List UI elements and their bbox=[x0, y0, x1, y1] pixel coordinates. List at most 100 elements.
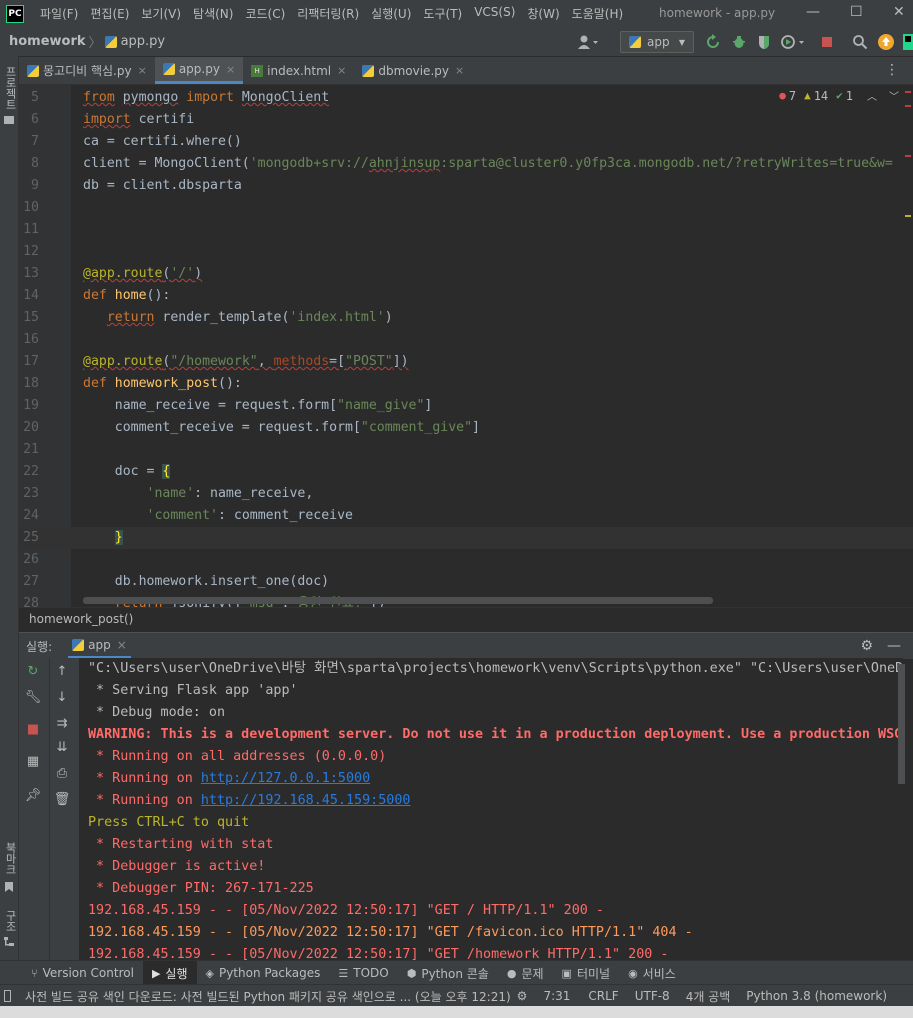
editor-error-stripe[interactable] bbox=[903, 85, 913, 607]
code-line[interactable]: 27 db.homework.insert_one(doc) bbox=[19, 571, 913, 593]
tab-3[interactable]: Hindex.html × bbox=[243, 57, 354, 84]
close-icon[interactable]: × bbox=[337, 64, 346, 77]
menu-item[interactable]: 도움말(H) bbox=[566, 5, 630, 22]
breadcrumb-function[interactable]: homework_post() bbox=[29, 612, 133, 626]
code-line[interactable]: 26 bbox=[19, 549, 913, 571]
structure-tool-button[interactable]: 구조 bbox=[2, 910, 18, 932]
sync-icon[interactable]: ⚙ bbox=[517, 989, 528, 1003]
jetbrains-icon[interactable] bbox=[903, 32, 913, 52]
close-icon[interactable]: × bbox=[117, 638, 127, 652]
menu-item[interactable]: 실행(U) bbox=[365, 5, 417, 22]
code-line[interactable]: 6 import certifi bbox=[19, 109, 913, 131]
code-line[interactable]: 22 doc = { bbox=[19, 461, 913, 483]
coverage-icon[interactable] bbox=[756, 32, 772, 52]
code-line[interactable]: 17 @app.route("/homework", methods=["POST… bbox=[19, 351, 913, 373]
tool-window-2[interactable]: ▶ 실행 bbox=[142, 961, 197, 985]
run-configuration-select[interactable]: app ▼ bbox=[620, 31, 694, 53]
trash-icon[interactable]: 🗑︎ bbox=[52, 792, 72, 807]
menu-item[interactable]: 도구(T) bbox=[417, 5, 468, 22]
code-line[interactable]: 15 return render_template('index.html') bbox=[19, 307, 913, 329]
code-line[interactable]: 10 bbox=[19, 197, 913, 219]
gear-icon[interactable]: ⚙ bbox=[860, 638, 873, 654]
breadcrumb-file[interactable]: app.py bbox=[121, 34, 166, 49]
pin-icon[interactable]: 📌︎ bbox=[23, 788, 43, 803]
tab-2[interactable]: app.py × bbox=[154, 57, 244, 84]
console-link[interactable]: http://127.0.0.1:5000 bbox=[201, 771, 370, 786]
code-line[interactable]: 8 client = MongoClient('mongodb+srv://ahn… bbox=[19, 153, 913, 175]
debug-icon[interactable] bbox=[731, 32, 747, 52]
soft-wrap-icon[interactable]: ⇉ bbox=[52, 716, 72, 731]
run-tab-app[interactable]: app × bbox=[68, 633, 131, 659]
code-line[interactable]: 19 name_receive = request.form["name_giv… bbox=[19, 395, 913, 417]
code-line[interactable]: 25 } bbox=[19, 527, 913, 549]
run-console[interactable]: "C:\Users\user\OneDrive\바탕 화면\sparta\pro… bbox=[79, 658, 903, 960]
menu-item[interactable]: VCS(S) bbox=[468, 5, 521, 22]
toggle-tool-windows-icon[interactable] bbox=[4, 990, 12, 1002]
console-scrollbar[interactable] bbox=[898, 664, 905, 784]
code-line[interactable]: 20 comment_receive = request.form["comme… bbox=[19, 417, 913, 439]
code-editor[interactable]: 5 from pymongo import MongoClient 6 import … bbox=[19, 85, 913, 607]
tool-window-5[interactable]: ⬢ Python 콘솔 bbox=[398, 961, 498, 985]
menu-item[interactable]: 창(W) bbox=[521, 5, 565, 22]
scroll-down-icon[interactable]: ↓ bbox=[52, 690, 72, 705]
menu-item[interactable]: 리팩터링(R) bbox=[291, 5, 365, 22]
tool-window-8[interactable]: ◉ 서비스 bbox=[619, 961, 685, 985]
code-line[interactable]: 9 db = client.dbsparta bbox=[19, 175, 913, 197]
code-line[interactable]: 12 bbox=[19, 241, 913, 263]
code-line[interactable]: 23 'name': name_receive, bbox=[19, 483, 913, 505]
tab-1[interactable]: 몽고디비 핵심.py × bbox=[19, 57, 155, 84]
status-message[interactable]: 사전 빌드 공유 색인 다운로드: 사전 빌드된 Python 패키지 공유 색… bbox=[19, 988, 517, 1005]
menu-item[interactable]: 보기(V) bbox=[135, 5, 187, 22]
wrench-icon[interactable]: 🔧︎ bbox=[23, 690, 43, 705]
minimize-button[interactable]: — bbox=[806, 4, 820, 20]
tool-window-1[interactable]: ⑂ Version Control bbox=[22, 961, 143, 985]
scroll-to-end-icon[interactable]: ⇊ bbox=[52, 740, 72, 755]
update-icon[interactable] bbox=[877, 32, 895, 52]
code-line[interactable]: 24 'comment': comment_receive bbox=[19, 505, 913, 527]
inspection-widget[interactable]: ● 7 ▲ 14 ✔ 1 ︿ ﹀ bbox=[779, 88, 899, 103]
close-icon[interactable]: × bbox=[455, 64, 464, 77]
profile-icon[interactable] bbox=[780, 32, 806, 52]
previous-highlight-icon[interactable]: ︿ bbox=[867, 88, 877, 103]
layout-icon[interactable]: ▦ bbox=[23, 754, 43, 769]
code-line[interactable]: 7 ca = certifi.where() bbox=[19, 131, 913, 153]
close-icon[interactable]: × bbox=[138, 64, 147, 77]
python-interpreter[interactable]: Python 3.8 (homework) bbox=[740, 989, 893, 1003]
stop-icon[interactable] bbox=[820, 32, 834, 52]
code-line[interactable]: 11 bbox=[19, 219, 913, 241]
bookmarks-tool-button[interactable]: 북마크 bbox=[2, 842, 18, 875]
tool-window-3[interactable]: ◈ Python Packages bbox=[197, 961, 330, 985]
code-line[interactable]: 16 bbox=[19, 329, 913, 351]
rerun-icon[interactable] bbox=[705, 32, 721, 52]
print-icon[interactable]: ⎙ bbox=[52, 766, 72, 781]
menu-item[interactable]: 코드(C) bbox=[239, 5, 291, 22]
indent-setting[interactable]: 4개 공백 bbox=[680, 988, 737, 1005]
code-line[interactable]: 18 def homework_post(): bbox=[19, 373, 913, 395]
rerun-icon[interactable]: ↻ bbox=[23, 664, 43, 679]
menu-item[interactable]: 탐색(N) bbox=[187, 5, 239, 22]
caret-position[interactable]: 7:31 bbox=[537, 989, 576, 1003]
code-line[interactable]: 14 def home(): bbox=[19, 285, 913, 307]
tool-window-7[interactable]: ▣ 터미널 bbox=[553, 961, 620, 985]
tool-window-4[interactable]: ☰ TODO bbox=[329, 961, 397, 985]
tab-menu-icon[interactable]: ⋮ bbox=[885, 57, 899, 84]
project-tool-button[interactable]: 프로젝트 bbox=[2, 66, 18, 110]
tool-window-6[interactable]: ● 문제 bbox=[498, 961, 553, 985]
close-icon[interactable]: × bbox=[226, 63, 235, 76]
hide-panel-icon[interactable]: — bbox=[887, 638, 901, 654]
scroll-up-icon[interactable]: ↑ bbox=[52, 664, 72, 679]
stop-icon[interactable]: ■ bbox=[23, 722, 43, 737]
next-highlight-icon[interactable]: ﹀ bbox=[889, 88, 899, 103]
tab-4[interactable]: dbmovie.py × bbox=[354, 57, 472, 84]
close-window-button[interactable]: ✕ bbox=[893, 4, 905, 20]
search-icon[interactable] bbox=[852, 32, 868, 52]
menu-item[interactable]: 파일(F) bbox=[34, 5, 84, 22]
user-icon[interactable] bbox=[577, 32, 599, 52]
maximize-button[interactable]: ☐ bbox=[850, 4, 863, 20]
breadcrumb-project[interactable]: homework bbox=[9, 34, 86, 49]
editor-horizontal-scrollbar[interactable] bbox=[83, 597, 713, 604]
code-breadcrumb[interactable]: homework_post() bbox=[19, 607, 913, 631]
console-link[interactable]: http://192.168.45.159:5000 bbox=[201, 793, 411, 808]
code-line[interactable]: 13 @app.route('/') bbox=[19, 263, 913, 285]
file-encoding[interactable]: UTF-8 bbox=[629, 989, 676, 1003]
